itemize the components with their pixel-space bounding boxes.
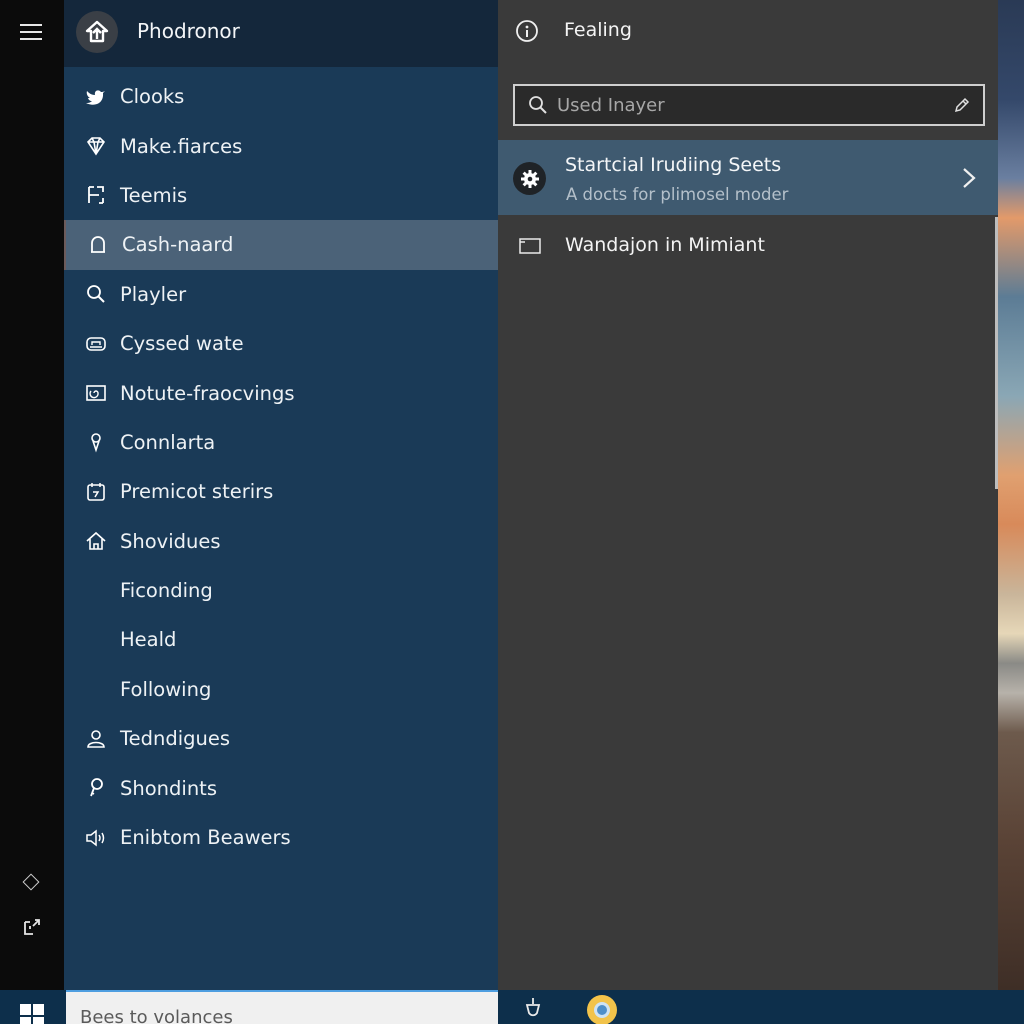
nav-item-ficonding[interactable]: Ficonding (64, 566, 498, 615)
nav-item-label: Heald (120, 628, 177, 652)
calendar-icon (87, 482, 105, 501)
nav-item-label: Notute-fraocvings (120, 381, 295, 405)
panel-search-box[interactable] (513, 84, 985, 126)
nav-item-label: Cyssed wate (120, 332, 244, 356)
home-upload-icon (85, 20, 109, 43)
window-icon (519, 238, 541, 254)
browser-app-icon[interactable] (585, 990, 619, 1024)
plug-app-icon[interactable] (522, 996, 544, 1022)
hamburger-menu-icon[interactable] (20, 24, 42, 41)
panel-header: Fealing (498, 0, 998, 64)
nav-item-enibtom-beawers[interactable]: Enibtom Beawers (64, 813, 498, 862)
home-icon (86, 532, 106, 551)
chevron-right-icon[interactable] (962, 166, 976, 190)
result-item[interactable]: Wandajon in Mimiant (498, 222, 998, 272)
taskbar (0, 990, 1024, 1024)
person-icon (87, 729, 105, 748)
feedback-icon[interactable] (22, 917, 42, 937)
nav-item-premicot-sterirs[interactable]: Premicot sterirs (64, 467, 498, 516)
gear-icon-container (513, 162, 546, 195)
left-rail (0, 0, 64, 990)
nav-item-label: Shovidues (120, 529, 221, 553)
nav-item-playler[interactable]: Playler (64, 270, 498, 319)
key-icon (90, 778, 103, 797)
lock-icon (91, 235, 105, 253)
nav-header: Phodronor (64, 0, 498, 67)
info-icon[interactable] (515, 19, 539, 43)
nav-item-label: Premicot sterirs (120, 480, 274, 504)
nav-item-label: Following (120, 677, 212, 701)
nav-item-shovidues[interactable]: Shovidues (64, 517, 498, 566)
result-title: Startcial Irudiing Seets (565, 154, 782, 176)
nav-item-heald[interactable]: Heald (64, 615, 498, 664)
nav-item-label: Cash-naard (122, 233, 234, 257)
result-title: Wandajon in Mimiant (565, 234, 765, 256)
navigation-pane: Phodronor Clooks Make.fiarces Teemis Cas… (64, 0, 498, 990)
drive-icon (86, 336, 106, 351)
search-icon (529, 96, 547, 114)
nav-header-title: Phodronor (137, 19, 240, 43)
nav-list: Clooks Make.fiarces Teemis Cash-naard Pl… (64, 72, 498, 862)
gem-icon (86, 137, 106, 156)
layout-icon (88, 186, 104, 205)
nav-item-label: Make.fiarces (120, 134, 243, 158)
bird-icon (86, 90, 105, 105)
nav-item-label: Shondints (120, 776, 217, 800)
search-panel: Fealing Startcial Irudiing Seets A docts… (498, 0, 998, 990)
gear-icon (520, 169, 539, 188)
nav-item-connlarta[interactable]: Connlarta (64, 418, 498, 467)
panel-scrollbar[interactable] (995, 217, 998, 489)
nav-item-tedndigues[interactable]: Tedndigues (64, 714, 498, 763)
nav-item-cash-naard[interactable]: Cash-naard (64, 220, 498, 270)
nav-item-label: Clooks (120, 85, 185, 109)
nav-item-make-fiarces[interactable]: Make.fiarces (64, 121, 498, 170)
result-item-selected[interactable]: Startcial Irudiing Seets A docts for pli… (498, 140, 998, 215)
speaker-icon (86, 828, 105, 847)
desktop-wallpaper (998, 0, 1024, 990)
nav-item-teemis[interactable]: Teemis (64, 171, 498, 220)
windows-start-icon[interactable] (20, 1004, 46, 1024)
nav-item-label: Playler (120, 282, 187, 306)
nav-item-notute-fraocvings[interactable]: Notute-fraocvings (64, 368, 498, 417)
nav-item-following[interactable]: Following (64, 665, 498, 714)
panel-search-input[interactable] (557, 92, 937, 118)
nav-item-label: Tedndigues (120, 727, 231, 751)
taskbar-search-input[interactable] (80, 1004, 480, 1024)
swirl-icon (86, 385, 106, 401)
avatar[interactable] (76, 11, 118, 53)
nav-item-cyssed-wate[interactable]: Cyssed wate (64, 319, 498, 368)
diamond-icon[interactable] (22, 873, 40, 891)
pen-icon[interactable] (953, 96, 971, 114)
panel-title: Fealing (564, 19, 632, 41)
search-icon (87, 285, 105, 303)
result-subtitle: A docts for plimosel moder (566, 185, 789, 204)
taskbar-search-box[interactable] (66, 990, 498, 1024)
location-pin-icon (91, 433, 101, 453)
nav-item-label: Enibtom Beawers (120, 826, 291, 850)
nav-item-clooks[interactable]: Clooks (64, 72, 498, 121)
nav-item-label: Teemis (120, 183, 188, 207)
nav-item-shondints[interactable]: Shondints (64, 763, 498, 812)
nav-item-label: Connlarta (120, 430, 216, 454)
nav-item-label: Ficonding (120, 579, 213, 603)
